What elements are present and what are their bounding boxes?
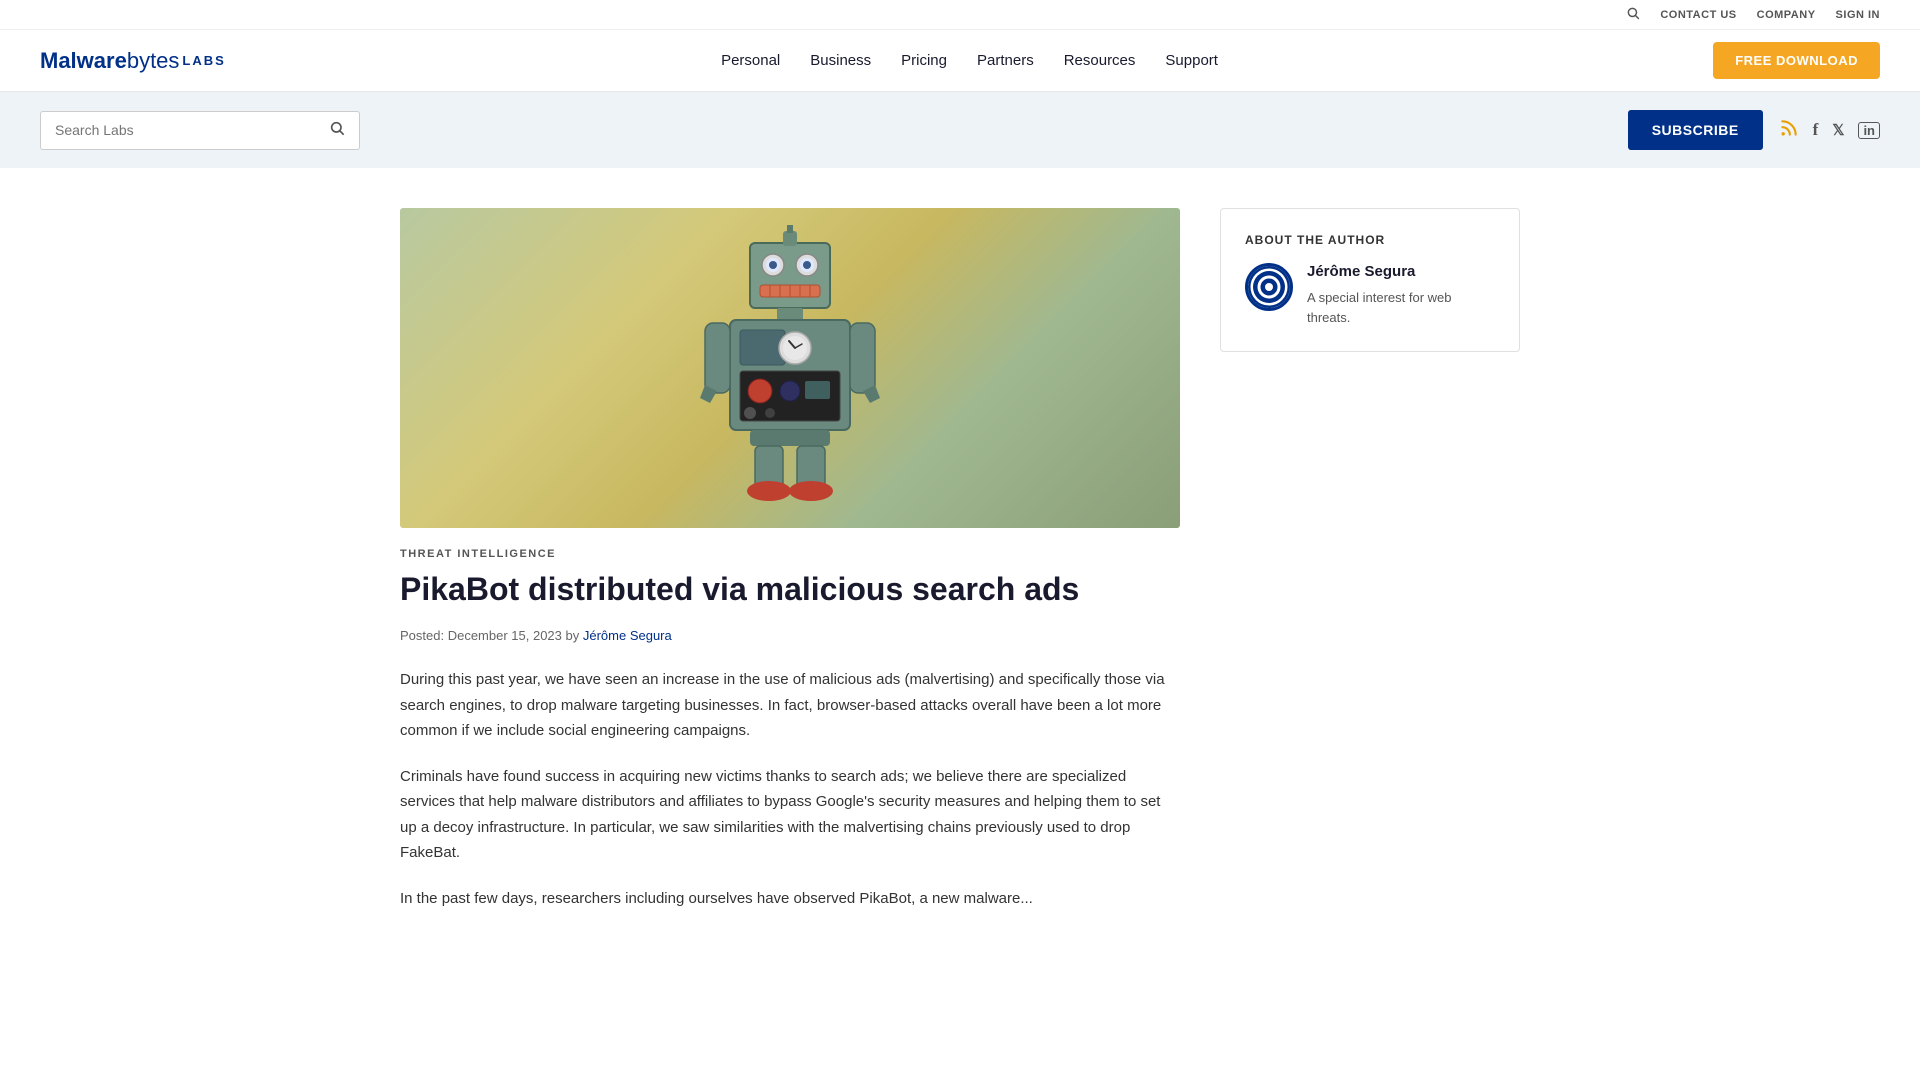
nav-support[interactable]: Support — [1165, 52, 1218, 69]
sign-in-link[interactable]: SIGN IN — [1836, 9, 1880, 21]
article-title: PikaBot distributed via malicious search… — [400, 570, 1180, 608]
article-category: THREAT INTELLIGENCE — [400, 548, 1180, 560]
contact-us-link[interactable]: CONTACT US — [1660, 9, 1736, 21]
posted-text: Posted: December 15, 2023 by — [400, 628, 579, 643]
article-body: During this past year, we have seen an i… — [400, 667, 1180, 911]
hero-image — [400, 208, 1180, 528]
body-paragraph-1: During this past year, we have seen an i… — [400, 667, 1180, 744]
subscribe-button[interactable]: SUBSCRIBE — [1628, 110, 1763, 150]
nav-pricing[interactable]: Pricing — [901, 52, 947, 69]
social-subscribe: SUBSCRIBE f 𝕏 in — [1628, 110, 1880, 150]
author-info: Jérôme Segura A special interest for web… — [1245, 263, 1495, 327]
logo-malwarebytes: Malware — [40, 48, 127, 74]
body-paragraph-3: In the past few days, researchers includ… — [400, 886, 1180, 912]
author-bio: A special interest for web threats. — [1307, 288, 1495, 327]
company-link[interactable]: COMPANY — [1757, 9, 1816, 21]
social-icons: f 𝕏 in — [1779, 118, 1880, 143]
nav-partners[interactable]: Partners — [977, 52, 1034, 69]
author-card: ABOUT THE AUTHOR Jérôme Segura A special… — [1220, 208, 1520, 352]
logo-bytes: bytes — [127, 48, 180, 74]
author-details: Jérôme Segura A special interest for web… — [1307, 263, 1495, 327]
sidebar: ABOUT THE AUTHOR Jérôme Segura A special… — [1220, 208, 1520, 352]
nav-resources[interactable]: Resources — [1064, 52, 1136, 69]
article-main: THREAT INTELLIGENCE PikaBot distributed … — [400, 208, 1180, 931]
main-nav: MalwarebytesLABS Personal Business Prici… — [0, 30, 1920, 92]
twitter-icon[interactable]: 𝕏 — [1832, 121, 1844, 139]
nav-personal[interactable]: Personal — [721, 52, 780, 69]
author-name: Jérôme Segura — [1307, 263, 1495, 280]
logo[interactable]: MalwarebytesLABS — [40, 48, 226, 74]
robot-svg — [695, 223, 885, 513]
topbar-search-icon[interactable] — [1626, 6, 1640, 23]
rss-icon[interactable] — [1779, 118, 1799, 143]
article-meta: Posted: December 15, 2023 by Jérôme Segu… — [400, 628, 1180, 643]
author-link[interactable]: Jérôme Segura — [583, 628, 672, 643]
nav-links: Personal Business Pricing Partners Resou… — [721, 52, 1218, 70]
top-bar: CONTACT US COMPANY SIGN IN — [0, 0, 1920, 30]
page-content: THREAT INTELLIGENCE PikaBot distributed … — [360, 168, 1560, 971]
linkedin-icon[interactable]: in — [1858, 122, 1880, 139]
search-icon[interactable] — [329, 120, 345, 141]
author-section-title: ABOUT THE AUTHOR — [1245, 233, 1495, 247]
search-input[interactable] — [55, 122, 321, 138]
search-section: SUBSCRIBE f 𝕏 in — [0, 92, 1920, 168]
nav-business[interactable]: Business — [810, 52, 871, 69]
logo-mark: MalwarebytesLABS — [40, 48, 226, 74]
free-download-button[interactable]: FREE DOWNLOAD — [1713, 42, 1880, 79]
search-bar-wrapper — [40, 111, 360, 150]
body-paragraph-2: Criminals have found success in acquirin… — [400, 764, 1180, 866]
author-avatar — [1245, 263, 1293, 311]
logo-labs: LABS — [182, 53, 225, 68]
facebook-icon[interactable]: f — [1813, 120, 1819, 140]
